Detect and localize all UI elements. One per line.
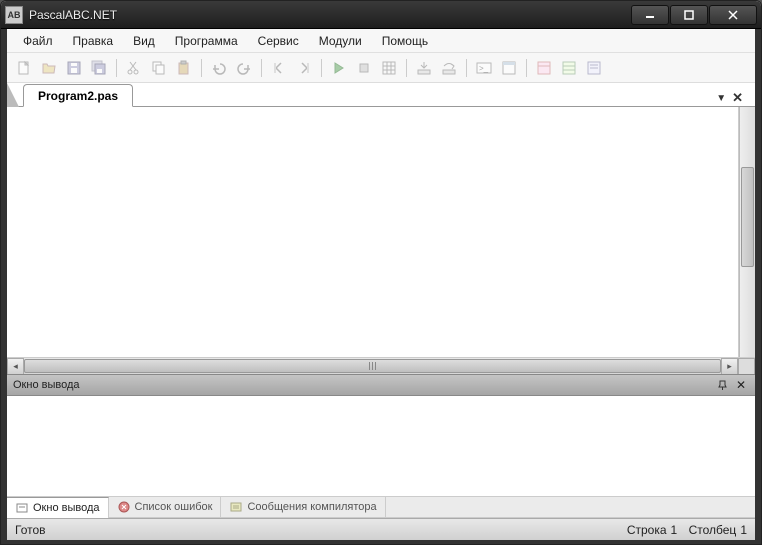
output-tab-label: Список ошибок: [135, 501, 213, 513]
output-tab-compiler[interactable]: Сообщения компилятора: [221, 497, 385, 517]
toolbar-separator: [526, 59, 527, 77]
scroll-thumb[interactable]: [741, 167, 754, 267]
status-line-label: Строка: [627, 523, 667, 537]
step-into-icon[interactable]: [413, 57, 435, 79]
output-tab-icon: [15, 501, 29, 515]
stop-icon[interactable]: [353, 57, 375, 79]
status-col-value: 1: [740, 523, 747, 537]
status-col-label: Столбец: [689, 523, 737, 537]
open-file-icon[interactable]: [38, 57, 60, 79]
output-tabs: Окно вывода Список ошибок Сообщения комп…: [7, 496, 755, 518]
menu-program[interactable]: Программа: [165, 31, 248, 51]
save-all-icon[interactable]: [88, 57, 110, 79]
menu-modules[interactable]: Модули: [309, 31, 372, 51]
editor-tab-bar: Program2.pas ▼ ✕: [7, 83, 755, 107]
output-panel-title: Окно вывода: [13, 379, 717, 391]
menu-file[interactable]: Файл: [13, 31, 63, 51]
code-editor[interactable]: [7, 107, 739, 357]
run-icon[interactable]: [328, 57, 350, 79]
error-list-icon: [117, 500, 131, 514]
toolbar-separator: [201, 59, 202, 77]
class-view-icon[interactable]: [533, 57, 555, 79]
status-position: Строка 1 Столбец 1: [627, 523, 747, 537]
pin-icon[interactable]: [717, 380, 733, 391]
undo-icon[interactable]: [208, 57, 230, 79]
toolbar-separator: [466, 59, 467, 77]
step-over-icon[interactable]: [438, 57, 460, 79]
output-panel-body[interactable]: [7, 396, 755, 496]
menu-edit[interactable]: Правка: [63, 31, 124, 51]
scroll-corner: [738, 358, 755, 375]
statusbar: Готов Строка 1 Столбец 1: [7, 518, 755, 540]
output-tab-output[interactable]: Окно вывода: [7, 497, 109, 518]
toolbar: >_: [7, 53, 755, 83]
save-icon[interactable]: [63, 57, 85, 79]
client-area: Файл Правка Вид Программа Сервис Модули …: [1, 29, 761, 544]
horizontal-scrollbar[interactable]: ◂ ▸: [7, 357, 755, 374]
copy-icon[interactable]: [148, 57, 170, 79]
editor-tab-active[interactable]: Program2.pas: [23, 84, 133, 107]
scroll-right-icon[interactable]: ▸: [721, 358, 738, 375]
output-tab-errors[interactable]: Список ошибок: [109, 497, 222, 517]
tab-close-icon[interactable]: ✕: [732, 90, 743, 106]
tab-dropdown-icon[interactable]: ▼: [716, 93, 726, 104]
cut-icon[interactable]: [123, 57, 145, 79]
toolbar-separator: [116, 59, 117, 77]
output-tab-label: Сообщения компилятора: [247, 501, 376, 513]
scroll-track[interactable]: [24, 358, 721, 374]
output-tab-label: Окно вывода: [33, 502, 100, 514]
menu-view[interactable]: Вид: [123, 31, 165, 51]
nav-back-icon[interactable]: [268, 57, 290, 79]
status-ready: Готов: [15, 523, 627, 537]
titlebar[interactable]: AB PascalABC.NET: [1, 1, 761, 29]
app-window: AB PascalABC.NET Файл Правка Вид Програм…: [0, 0, 762, 545]
window-controls: [631, 5, 757, 25]
struct-view-icon[interactable]: [558, 57, 580, 79]
menubar: Файл Правка Вид Программа Сервис Модули …: [7, 29, 755, 53]
redo-icon[interactable]: [233, 57, 255, 79]
close-button[interactable]: [709, 5, 757, 25]
minimize-button[interactable]: [631, 5, 669, 25]
compiler-msg-icon: [229, 500, 243, 514]
app-icon: AB: [5, 6, 23, 24]
vertical-scrollbar[interactable]: [739, 107, 755, 357]
close-panel-icon[interactable]: ✕: [733, 378, 749, 392]
new-file-icon[interactable]: [13, 57, 35, 79]
scroll-thumb[interactable]: [24, 359, 721, 373]
menu-service[interactable]: Сервис: [248, 31, 309, 51]
editor-area: [7, 107, 755, 357]
output-view-icon[interactable]: [583, 57, 605, 79]
toolbar-separator: [321, 59, 322, 77]
scroll-left-icon[interactable]: ◂: [7, 358, 24, 375]
toolbar-separator: [261, 59, 262, 77]
toolbar-separator: [406, 59, 407, 77]
console-icon[interactable]: >_: [473, 57, 495, 79]
output-panel-header[interactable]: Окно вывода ✕: [7, 374, 755, 396]
status-line-value: 1: [671, 523, 678, 537]
compile-icon[interactable]: [378, 57, 400, 79]
form-icon[interactable]: [498, 57, 520, 79]
svg-text:>_: >_: [479, 64, 489, 73]
maximize-button[interactable]: [670, 5, 708, 25]
paste-icon[interactable]: [173, 57, 195, 79]
nav-forward-icon[interactable]: [293, 57, 315, 79]
menu-help[interactable]: Помощь: [372, 31, 438, 51]
window-title: PascalABC.NET: [29, 8, 631, 22]
